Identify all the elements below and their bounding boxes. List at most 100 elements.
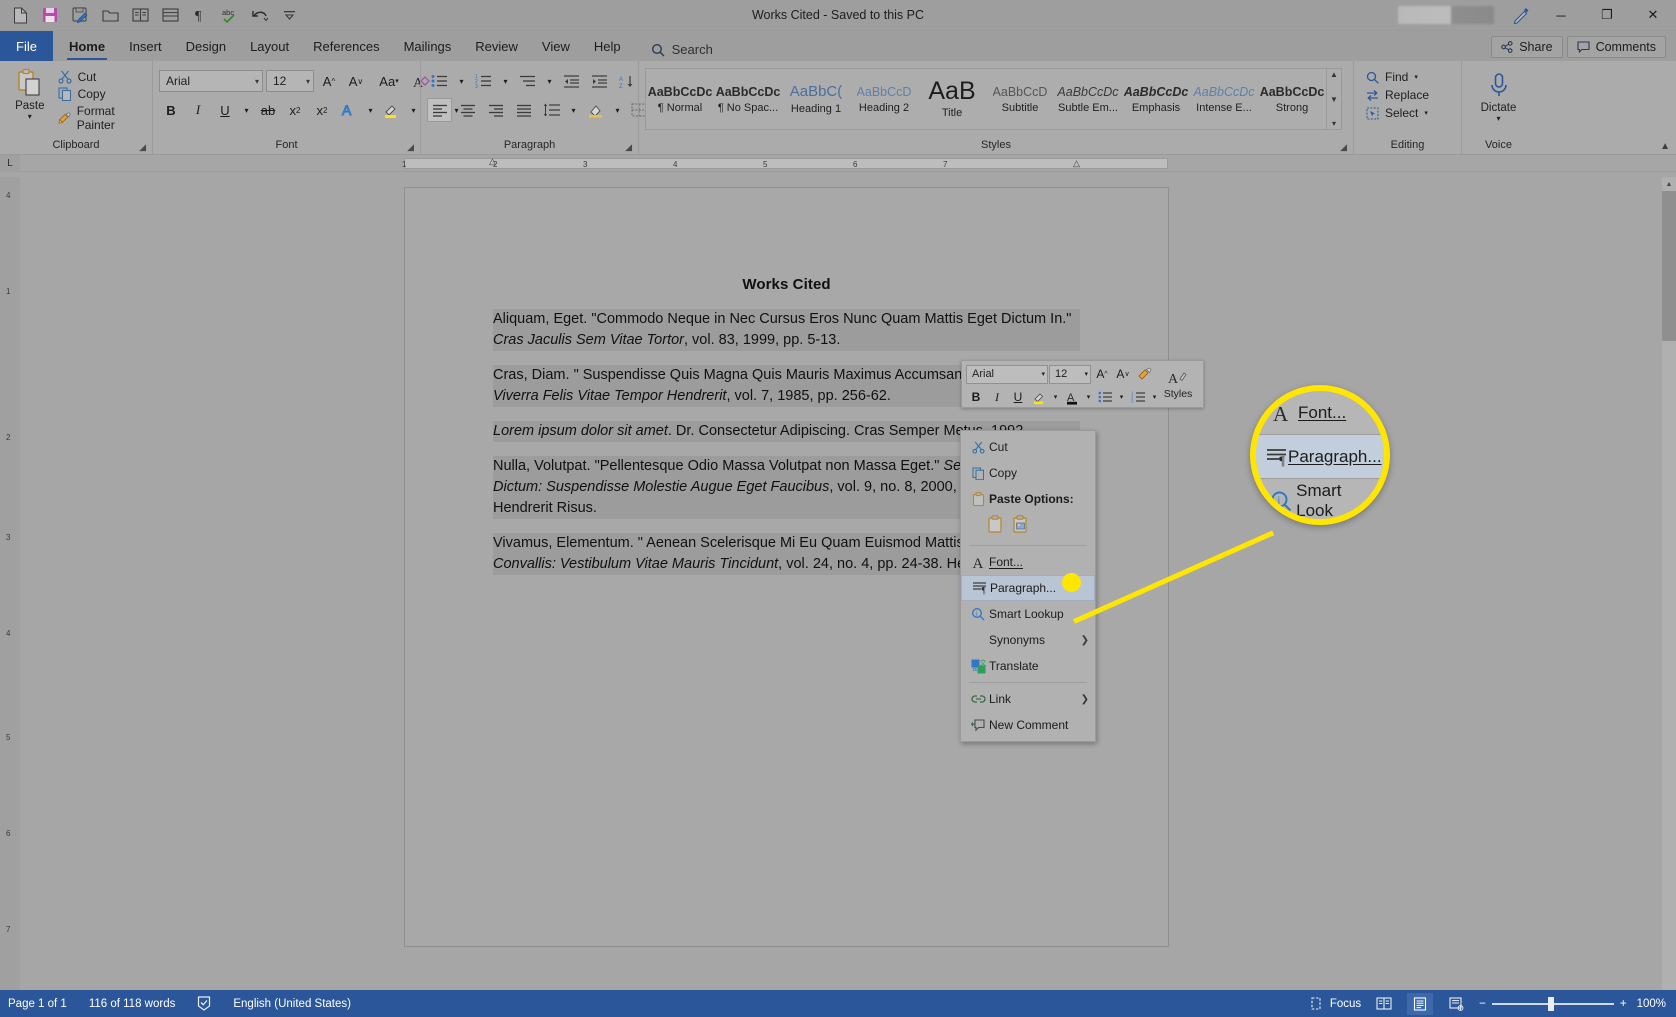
chevron-down-icon[interactable]: ▾ bbox=[1496, 114, 1500, 123]
style-heading-1[interactable]: AaBbC( Heading 1 bbox=[782, 69, 850, 129]
first-line-indent-marker[interactable]: △ bbox=[489, 156, 496, 167]
text-highlight-button[interactable] bbox=[380, 98, 404, 122]
chevron-down-icon[interactable]: ▾ bbox=[1041, 370, 1045, 378]
font-family-combo[interactable]: Arial ▾ bbox=[159, 70, 263, 92]
zoom-level[interactable]: 100% bbox=[1637, 998, 1666, 1010]
zoom-track[interactable] bbox=[1491, 996, 1614, 1011]
customize-qat-icon[interactable] bbox=[276, 2, 304, 28]
style-strong[interactable]: AaBbCcDc Strong bbox=[1258, 69, 1326, 129]
document-area[interactable]: 4 1 2 3 4 5 6 7 Works Cited Aliquam, Ege… bbox=[0, 177, 1676, 990]
chevron-down-icon[interactable]: ▾ bbox=[28, 112, 32, 121]
bullets-button[interactable] bbox=[427, 69, 452, 93]
tab-home[interactable]: Home bbox=[57, 31, 117, 61]
underline-button[interactable]: U bbox=[213, 98, 237, 122]
multilevel-list-button[interactable] bbox=[515, 69, 540, 93]
context-menu-item-link[interactable]: Link ❯ bbox=[961, 686, 1095, 712]
maximize-restore-button[interactable]: ❐ bbox=[1584, 0, 1630, 31]
chevron-down-icon[interactable]: ▾ bbox=[1414, 73, 1418, 81]
scroll-up-icon[interactable]: ▲ bbox=[1662, 177, 1676, 191]
mini-shrink-font-button[interactable]: A ∨ bbox=[1113, 364, 1133, 384]
numbering-button[interactable]: 123 bbox=[471, 69, 496, 93]
paste-button[interactable]: Paste ▾ bbox=[6, 66, 54, 121]
horizontal-ruler[interactable]: L 1 2 3 4 5 6 7 △ △ bbox=[0, 155, 1676, 172]
text-effects-caret[interactable]: ▾ bbox=[364, 98, 377, 122]
open-folder-icon[interactable] bbox=[96, 2, 124, 28]
view-web-layout-button[interactable] bbox=[1443, 993, 1469, 1015]
style-normal[interactable]: AaBbCcDc ¶ Normal bbox=[646, 69, 714, 129]
format-painter-button[interactable]: Format Painter bbox=[57, 104, 146, 132]
chevron-down-icon[interactable]: ▾ bbox=[1424, 109, 1428, 117]
ruler-track[interactable]: 1 2 3 4 5 6 7 △ △ bbox=[402, 156, 1168, 169]
tab-view[interactable]: View bbox=[530, 31, 582, 61]
replace-button[interactable]: Replace bbox=[1360, 86, 1435, 104]
style-heading-2[interactable]: AaBbCcD Heading 2 bbox=[850, 69, 918, 129]
close-button[interactable]: ✕ bbox=[1630, 0, 1676, 31]
align-left-button[interactable] bbox=[427, 98, 452, 122]
spelling-check-icon[interactable]: abc bbox=[216, 2, 244, 28]
context-menu-item-font[interactable]: A Font... bbox=[961, 549, 1095, 575]
bullets-caret[interactable]: ▾ bbox=[455, 69, 468, 93]
tab-help[interactable]: Help bbox=[582, 31, 633, 61]
styles-more-icon[interactable]: ▾ bbox=[1332, 119, 1336, 128]
mini-format-painter-button[interactable] bbox=[1134, 364, 1154, 384]
mini-font-color-caret[interactable]: ▾ bbox=[1083, 387, 1094, 407]
comments-button[interactable]: Comments bbox=[1566, 36, 1666, 58]
search-box[interactable]: Search bbox=[633, 42, 723, 61]
style-intense-emphasis[interactable]: AaBbCcDc Intense E... bbox=[1190, 69, 1258, 129]
decrease-indent-button[interactable] bbox=[559, 69, 584, 93]
chevron-down-icon[interactable]: ▾ bbox=[251, 77, 259, 86]
tab-review[interactable]: Review bbox=[463, 31, 530, 61]
mini-bullets-button[interactable] bbox=[1095, 387, 1115, 407]
copy-button[interactable]: Copy bbox=[58, 87, 146, 101]
font-size-combo[interactable]: 12 ▾ bbox=[266, 70, 314, 92]
align-right-button[interactable] bbox=[483, 98, 508, 122]
multilevel-caret[interactable]: ▾ bbox=[543, 69, 556, 93]
chevron-down-icon[interactable]: ▾ bbox=[302, 77, 310, 86]
mini-numbering-button[interactable]: 123 bbox=[1128, 387, 1148, 407]
mini-font-color-button[interactable]: A bbox=[1062, 387, 1082, 407]
tab-file[interactable]: File bbox=[0, 31, 53, 61]
styles-scroll-controls[interactable]: ▲ ▼ ▾ bbox=[1326, 69, 1341, 129]
mini-italic-button[interactable]: I bbox=[987, 387, 1007, 407]
tab-stop-selector[interactable]: L bbox=[0, 155, 20, 172]
clipboard-dialog-launcher[interactable]: ◢ bbox=[139, 142, 146, 153]
citation-entry-1[interactable]: Aliquam, Eget. "Commodo Neque in Nec Cur… bbox=[493, 309, 1080, 352]
context-menu-item-cut[interactable]: Cut bbox=[961, 434, 1095, 460]
underline-options-caret[interactable]: ▾ bbox=[240, 98, 253, 122]
mini-underline-button[interactable]: U bbox=[1008, 387, 1028, 407]
superscript-button[interactable]: x2 bbox=[310, 98, 334, 122]
line-spacing-caret[interactable]: ▾ bbox=[567, 98, 580, 122]
paragraph-dialog-launcher[interactable]: ◢ bbox=[625, 142, 632, 153]
pen-ink-icon[interactable] bbox=[1504, 0, 1538, 31]
zoom-out-button[interactable]: − bbox=[1479, 998, 1486, 1010]
sort-button[interactable]: AZ bbox=[615, 69, 640, 93]
line-spacing-button[interactable] bbox=[539, 98, 564, 122]
paste-options-row[interactable] bbox=[961, 512, 1095, 542]
mini-styles-button[interactable]: A Styles bbox=[1157, 365, 1199, 405]
mini-font-family-combo[interactable]: Arial ▾ bbox=[966, 364, 1048, 384]
share-button[interactable]: Share bbox=[1491, 36, 1563, 58]
change-case-button[interactable]: Aa ▾ bbox=[371, 69, 407, 93]
context-menu-item-new-comment[interactable]: New Comment bbox=[961, 712, 1095, 738]
styles-scroll-down-icon[interactable]: ▼ bbox=[1330, 95, 1338, 104]
zoom-in-button[interactable]: + bbox=[1620, 998, 1627, 1010]
shrink-font-button[interactable]: A ∨ bbox=[344, 69, 368, 93]
styles-dialog-launcher[interactable]: ◢ bbox=[1340, 142, 1347, 153]
strikethrough-button[interactable]: ab bbox=[256, 98, 280, 122]
paste-picture-icon[interactable] bbox=[1012, 515, 1029, 538]
find-button[interactable]: Find ▾ bbox=[1360, 68, 1424, 86]
justify-button[interactable] bbox=[511, 98, 536, 122]
paste-keep-source-formatting-icon[interactable] bbox=[987, 515, 1004, 538]
text-effects-button[interactable]: A bbox=[337, 98, 361, 122]
dictate-button[interactable]: Dictate ▾ bbox=[1468, 72, 1529, 123]
view-read-mode-button[interactable] bbox=[1371, 993, 1397, 1015]
mini-floating-toolbar[interactable]: Arial ▾ 12 ▾ A^ A∨ B I U ▾ A ▾ ▾ 123 ▾ bbox=[961, 360, 1204, 408]
style-subtle-emphasis[interactable]: AaBbCcDc Subtle Em... bbox=[1054, 69, 1122, 129]
view-print-layout-button[interactable] bbox=[1407, 992, 1434, 1015]
tab-layout[interactable]: Layout bbox=[238, 31, 301, 61]
styles-gallery[interactable]: AaBbCcDc ¶ Normal AaBbCcDc ¶ No Spac... … bbox=[645, 68, 1342, 130]
focus-mode-button[interactable]: Focus bbox=[1310, 996, 1361, 1011]
italic-button[interactable]: I bbox=[186, 98, 210, 122]
tab-references[interactable]: References bbox=[301, 31, 391, 61]
mini-bold-button[interactable]: B bbox=[966, 387, 986, 407]
